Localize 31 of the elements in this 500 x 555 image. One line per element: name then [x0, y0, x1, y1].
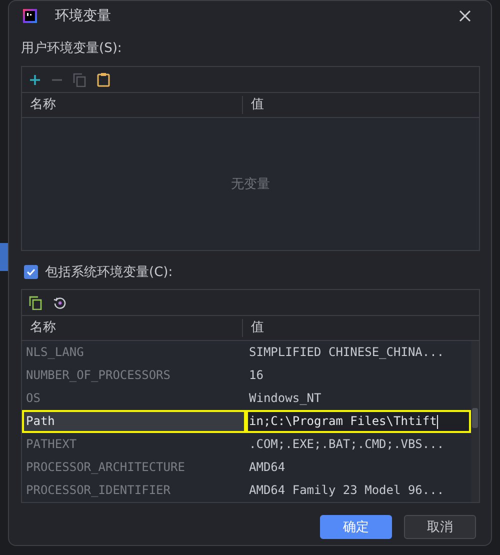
window-title: 环境变量 [55, 7, 111, 25]
variable-name[interactable]: NLS_LANG [22, 341, 246, 364]
copy-icon[interactable] [29, 296, 43, 310]
column-header[interactable]: 值 [243, 319, 479, 337]
column-header[interactable]: 名称 [22, 96, 243, 114]
variable-value: 16 [248, 367, 264, 384]
checkbox[interactable] [24, 265, 38, 279]
empty-message: 无变量 [231, 176, 270, 193]
column-header[interactable]: 名称 [22, 319, 243, 337]
checkmark-icon [26, 267, 36, 277]
checkbox-label[interactable]: 包括系统环境变量(C): [45, 263, 173, 281]
variable-name[interactable]: PROCESSOR_ARCHITECTURE [22, 456, 246, 479]
variable-name[interactable]: NUMBER_OF_PROCESSORS [22, 364, 246, 387]
variable-value: AMD64 [248, 459, 286, 476]
app-icon [23, 9, 37, 23]
reset-icon[interactable] [53, 296, 67, 310]
column-header[interactable]: 值 [243, 96, 479, 114]
close-icon[interactable] [459, 10, 471, 22]
variable-name[interactable]: PROCESSOR_IDENTIFIER [22, 479, 246, 502]
variable-value: .COM;.EXE;.BAT;.CMD;.VBS... [248, 436, 446, 453]
variable-value: SIMPLIFIED CHINESE_CHINA... [248, 344, 446, 361]
value-input-field[interactable]: in;C:\Program Files\Thtift [246, 410, 471, 433]
variable-value: Windows_NT [248, 390, 322, 407]
variable-value: AMD64 Family 23 Model 96... [248, 482, 446, 499]
cancel-button[interactable]: 取消 [404, 515, 476, 539]
variable-name[interactable]: OS [22, 387, 246, 410]
clipboard-icon[interactable] [97, 72, 110, 87]
variable-name[interactable]: PATHEXT [22, 433, 246, 456]
section-label: 用户环境变量(S): [21, 40, 123, 57]
add-icon[interactable] [29, 74, 41, 86]
variable-name[interactable]: Path [22, 410, 246, 433]
